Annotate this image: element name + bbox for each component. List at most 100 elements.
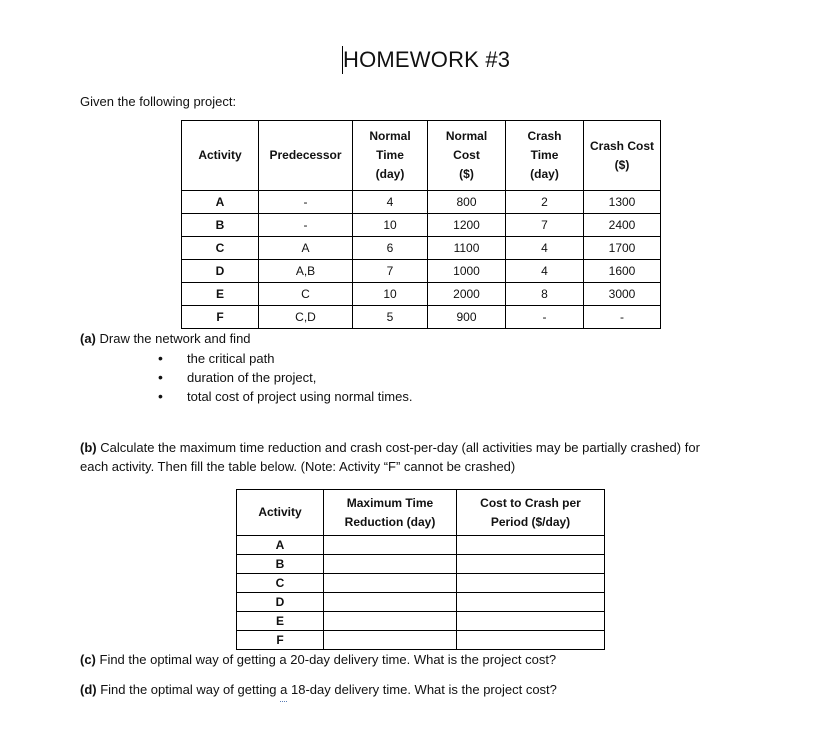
cell-activity: D [181,259,259,283]
cell-activity: E [181,282,259,306]
cell-activity: F [236,630,324,650]
cell-normal-time: 5 [352,305,428,329]
cell-normal-cost: 1100 [427,236,506,260]
table-row: B [236,554,605,574]
part-d-text: (d) Find the optimal way of getting a 18… [80,680,557,702]
cell-predecessor: A,B [258,259,353,283]
cell-normal-cost: 1000 [427,259,506,283]
part-c-prompt: Find the optimal way of getting a 20-day… [95,652,557,667]
part-d-prompt-end: 18-day delivery time. What is the projec… [287,682,557,697]
cell-cost-per-day[interactable] [456,630,605,650]
cell-normal-cost: 2000 [427,282,506,306]
part-b-label: (b) [80,440,97,455]
cell-normal-cost: 1200 [427,213,506,237]
header-crash-cost: Crash Cost ($) [583,120,661,191]
cell-activity: A [181,190,259,214]
cell-crash-time: 8 [505,282,584,306]
cell-activity: A [236,535,324,555]
table-row: A -4 800 2 1300 [181,190,661,214]
document-title: HOMEWORK #3 [343,47,511,72]
part-c-text: (c) Find the optimal way of getting a 20… [80,650,556,669]
cell-crash-cost: 1700 [583,236,661,260]
table-row: F C,D 5 900- - [181,305,661,329]
table-row: E C 10 2000 8 3000 [181,282,661,306]
cell-crash-time: 4 [505,259,584,283]
cell-activity: F [181,305,259,329]
cell-crash-time: 2 [505,190,584,214]
cell-crash-cost: 3000 [583,282,661,306]
cell-normal-time: 4 [352,190,428,214]
bullet-duration: duration of the project, [158,368,412,387]
project-table-header-row: Activity Predecessor Normal Time (day) Nor… [181,120,661,191]
cell-activity: B [236,554,324,574]
cell-cost-per-day[interactable] [456,592,605,612]
table-row: E [236,611,605,631]
part-d-prompt-start: Find the optimal way of getting [96,682,281,697]
cell-predecessor: - [258,213,353,237]
header-normal-cost: Normal Cost ($) [427,120,506,191]
cell-activity: C [236,573,324,593]
cell-activity: D [236,592,324,612]
cell-max-reduction[interactable] [323,554,457,574]
cell-activity: B [181,213,259,237]
header-activity: Activity [236,489,324,536]
cell-predecessor: C,D [258,305,353,329]
cell-crash-time: - [505,305,584,329]
cell-cost-per-day[interactable] [456,535,605,555]
cell-crash-cost: 1300 [583,190,661,214]
cell-crash-time: 4 [505,236,584,260]
part-b-text: (b) Calculate the maximum time reduction… [80,438,700,476]
part-a-prompt: Draw the network and find [95,331,251,346]
table-row: A [236,535,605,555]
cell-predecessor: C [258,282,353,306]
part-d-label: (d) [80,682,97,697]
table-row: D A,B 7 1000 4 1600 [181,259,661,283]
header-activity: Activity [181,120,259,191]
cell-normal-time: 10 [352,282,428,306]
cell-normal-cost: 900 [427,305,506,329]
cell-crash-time: 7 [505,213,584,237]
cell-cost-per-day[interactable] [456,573,605,593]
crash-table: Activity Maximum Time Reduction (day) Cos… [236,489,605,650]
grammar-flag[interactable]: a [280,680,288,702]
part-a-text: (a) Draw the network and find [80,329,251,348]
table-row: C [236,573,605,593]
header-normal-time: Normal Time (day) [352,120,428,191]
cell-max-reduction[interactable] [323,611,457,631]
cell-cost-per-day[interactable] [456,611,605,631]
header-predecessor: Predecessor [258,120,353,191]
cell-normal-time: 7 [352,259,428,283]
cell-predecessor: - [258,190,353,214]
cell-activity: E [236,611,324,631]
part-c-label: (c) [80,652,96,667]
cell-crash-cost: 1600 [583,259,661,283]
cell-normal-time: 10 [352,213,428,237]
cell-max-reduction[interactable] [323,573,457,593]
table-row: F [236,630,605,650]
table-row: D [236,592,605,612]
cell-max-reduction[interactable] [323,592,457,612]
part-a-bullets: the critical path duration of the projec… [158,349,412,406]
cell-normal-cost: 800 [427,190,506,214]
part-a-label: (a) [80,331,96,346]
part-b-line1: Calculate the maximum time reduction and… [96,440,700,455]
cell-max-reduction[interactable] [323,630,457,650]
bullet-critical-path: the critical path [158,349,412,368]
header-max-reduction: Maximum Time Reduction (day) [323,489,457,536]
cell-activity: C [181,236,259,260]
cell-max-reduction[interactable] [323,535,457,555]
cell-normal-time: 6 [352,236,428,260]
part-b-line2: each activity. Then fill the table below… [80,459,516,474]
cell-predecessor: A [258,236,353,260]
intro-text: Given the following project: [80,94,237,109]
table-row: C A 6 1100 4 1700 [181,236,661,260]
header-crash-time: Crash Time (day) [505,120,584,191]
table-row: B -10 1200 7 2400 [181,213,661,237]
project-table: Activity Predecessor Normal Time (day) Nor… [181,120,661,329]
crash-table-header-row: Activity Maximum Time Reduction (day) Cos… [236,489,605,536]
bullet-total-cost: total cost of project using normal times… [158,387,412,406]
header-cost-per-day: Cost to Crash per Period ($/day) [456,489,605,536]
cell-crash-cost: 2400 [583,213,661,237]
cell-crash-cost: - [583,305,661,329]
cell-cost-per-day[interactable] [456,554,605,574]
